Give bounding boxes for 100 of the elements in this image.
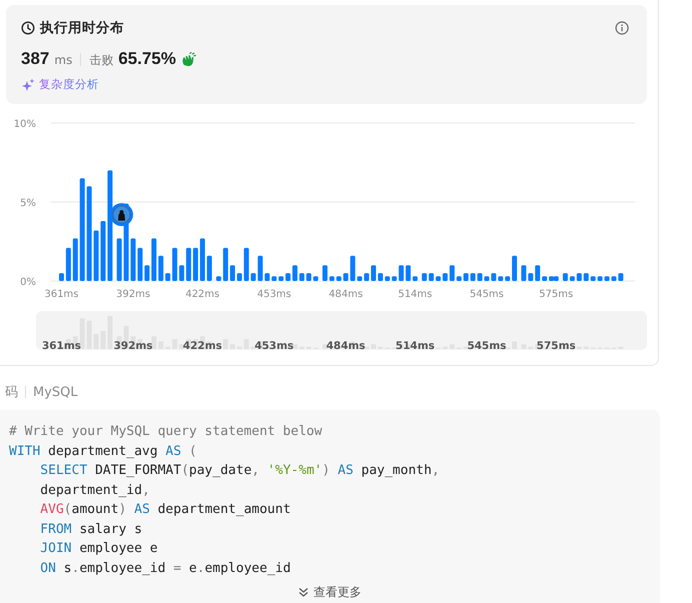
histogram-bar[interactable] (491, 273, 496, 281)
histogram-bar[interactable] (576, 273, 582, 281)
histogram-bar[interactable] (535, 265, 540, 281)
code-line: AVG(amount) AS department_amount (39, 501, 291, 519)
histogram-bar[interactable] (116, 238, 122, 281)
histogram-bar[interactable] (292, 265, 298, 281)
sparkle-icon (21, 78, 35, 92)
complexity-analysis-link[interactable]: 复杂度分析 (39, 77, 99, 92)
histogram-bar[interactable] (94, 230, 99, 281)
histogram-bar[interactable] (278, 276, 284, 281)
code-tab-label: 码 (5, 384, 18, 401)
code-line: ON s.employee_id = e.employee_id (39, 560, 291, 578)
histogram-bar[interactable] (450, 265, 455, 281)
clapping-hands-icon (181, 52, 196, 66)
histogram-bar[interactable] (521, 265, 526, 281)
histogram-bar[interactable] (299, 273, 304, 281)
code-line: # Write your MySQL query statement below (9, 423, 322, 441)
histogram-bar[interactable] (384, 276, 390, 281)
histogram-bar[interactable] (477, 273, 482, 281)
histogram-bar[interactable] (611, 276, 616, 281)
histogram-bar[interactable] (258, 256, 263, 281)
navigator-label: 453ms (254, 340, 294, 350)
navigator-label: 361ms (42, 340, 82, 350)
histogram-bar[interactable] (412, 276, 418, 281)
histogram-bar[interactable] (562, 273, 568, 281)
histogram-bar[interactable] (422, 273, 427, 281)
histogram-bar[interactable] (570, 276, 575, 281)
x-axis-label: 453ms (257, 289, 292, 300)
histogram-bar[interactable] (428, 273, 434, 281)
y-axis-label: 10% (14, 119, 36, 130)
histogram-bar[interactable] (357, 276, 362, 281)
histogram-bar[interactable] (350, 256, 356, 281)
histogram-bar[interactable] (590, 276, 596, 281)
histogram-bar[interactable] (172, 248, 178, 281)
histogram-bar[interactable] (542, 276, 548, 281)
histogram-bar[interactable] (272, 276, 277, 281)
histogram-bar[interactable] (371, 265, 376, 281)
histogram-bar[interactable] (151, 238, 156, 281)
histogram-bar[interactable] (436, 276, 441, 281)
histogram-bar[interactable] (512, 256, 517, 281)
histogram-bar[interactable] (286, 273, 290, 281)
histogram-bar[interactable] (470, 273, 476, 281)
code-line: department_id, (39, 482, 150, 500)
histogram-bar[interactable] (306, 273, 312, 281)
histogram-bar[interactable] (244, 248, 249, 281)
histogram-bar[interactable] (216, 276, 222, 281)
histogram-bar[interactable] (548, 276, 554, 281)
histogram-bar[interactable] (144, 265, 150, 281)
histogram-bar[interactable] (343, 273, 348, 281)
histogram-bar[interactable] (498, 276, 504, 281)
histogram-bar[interactable] (206, 256, 212, 281)
histogram-bar[interactable] (584, 273, 589, 281)
histogram-bar[interactable] (505, 276, 510, 281)
y-axis-label: 0% (20, 277, 36, 288)
histogram-bar[interactable] (554, 276, 559, 281)
histogram-bar[interactable] (264, 273, 270, 281)
histogram-bar[interactable] (236, 273, 242, 281)
histogram-bar[interactable] (336, 276, 342, 281)
histogram-bar[interactable] (398, 265, 404, 281)
histogram-bar[interactable] (313, 276, 318, 281)
double-chevron-icon (298, 587, 308, 598)
histogram-bar[interactable] (392, 276, 397, 281)
histogram-bar[interactable] (598, 276, 602, 281)
histogram-bar[interactable] (223, 248, 228, 281)
histogram-bar[interactable] (165, 273, 170, 281)
x-axis-label: 392ms (116, 289, 150, 300)
range-navigator[interactable] (36, 311, 647, 350)
info-icon[interactable] (615, 21, 629, 35)
histogram-bar[interactable] (86, 186, 92, 281)
navigator-label: 484ms (326, 340, 366, 350)
histogram-bar[interactable] (179, 265, 184, 281)
histogram-bar[interactable] (484, 276, 490, 281)
histogram-bar[interactable] (158, 256, 164, 281)
histogram-bar[interactable] (463, 273, 468, 281)
histogram-bar[interactable] (442, 273, 448, 281)
histogram-bar[interactable] (66, 248, 71, 281)
histogram-bar[interactable] (364, 273, 370, 281)
histogram-bar[interactable] (108, 170, 113, 281)
histogram-bar[interactable] (406, 265, 411, 281)
histogram-bar[interactable] (193, 248, 198, 281)
histogram-bar[interactable] (72, 238, 78, 281)
histogram-bar[interactable] (100, 220, 106, 281)
histogram-bar[interactable] (186, 248, 192, 281)
histogram-bar[interactable] (528, 273, 534, 281)
histogram-bar[interactable] (200, 238, 205, 281)
x-axis-label: 545ms (470, 289, 504, 300)
histogram-bar[interactable] (230, 265, 236, 281)
histogram-bar[interactable] (322, 265, 328, 281)
histogram-bar[interactable] (130, 238, 136, 281)
histogram-bar[interactable] (618, 273, 624, 281)
navigator-label: 422ms (182, 340, 222, 350)
histogram-bar[interactable] (604, 276, 610, 281)
show-more-button[interactable]: 查看更多 (298, 584, 362, 601)
histogram-bar[interactable] (456, 276, 462, 281)
histogram-bar[interactable] (329, 276, 334, 281)
histogram-bar[interactable] (59, 273, 64, 281)
histogram-bar[interactable] (378, 273, 383, 281)
histogram-bar[interactable] (138, 248, 143, 281)
histogram-bar[interactable] (80, 178, 85, 281)
histogram-bar[interactable] (250, 273, 256, 281)
